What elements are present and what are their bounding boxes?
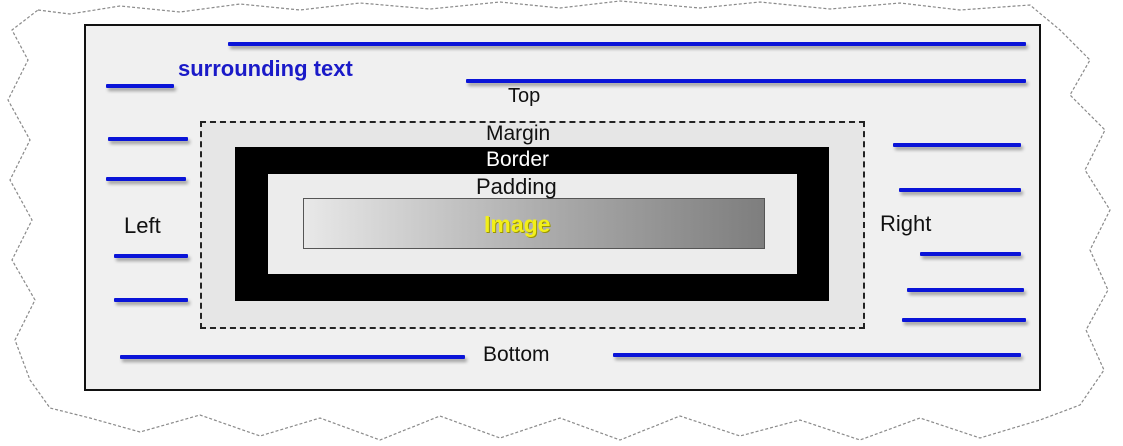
bottom-label: Bottom <box>483 343 550 366</box>
text-line-bottom-left <box>120 355 465 359</box>
left-label: Left <box>124 213 161 238</box>
margin-label: Margin <box>486 122 551 145</box>
padding-label: Padding <box>476 174 557 199</box>
text-line-left-4 <box>114 298 188 302</box>
text-line-right-5 <box>902 318 1026 322</box>
text-line-top-left-short <box>106 84 174 88</box>
text-line-right-2 <box>899 188 1021 192</box>
text-line-bottom-right <box>613 353 1021 357</box>
border-label: Border <box>486 148 550 171</box>
right-label: Right <box>880 211 932 236</box>
text-line-right-4 <box>907 288 1024 292</box>
text-line-right-3 <box>920 252 1021 256</box>
text-line-top-1 <box>228 42 1026 46</box>
text-line-left-2 <box>106 177 186 181</box>
surrounding-text-label: surrounding text <box>178 56 353 81</box>
text-line-top-2 <box>466 79 1026 83</box>
top-label: Top <box>508 85 541 107</box>
image-label: Image <box>484 211 551 237</box>
text-line-left-3 <box>114 254 188 258</box>
text-line-right-1 <box>893 143 1021 147</box>
text-line-left-1 <box>108 137 188 141</box>
